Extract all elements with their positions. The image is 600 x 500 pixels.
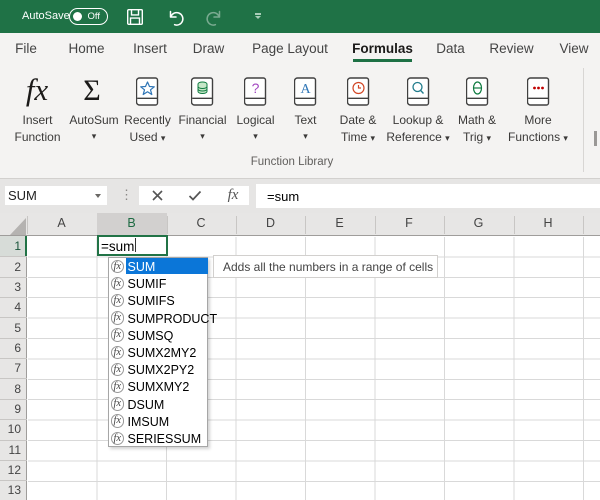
svg-text:A: A xyxy=(300,82,311,97)
svg-text:?: ? xyxy=(252,80,260,96)
